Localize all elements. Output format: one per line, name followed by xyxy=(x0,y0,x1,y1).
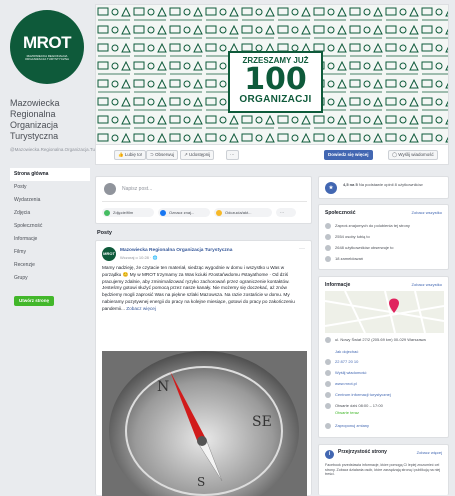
svg-text:N: N xyxy=(157,379,169,395)
compass-image: N SE S xyxy=(102,351,307,496)
nav-item-photos[interactable]: Zdjęcia xyxy=(10,207,90,220)
left-sidebar: MROT MAZOWIECKA REGIONALNA ORGANIZACJA T… xyxy=(0,0,114,495)
info-phone[interactable]: 22 877 20 10 xyxy=(325,359,358,365)
svg-text:S: S xyxy=(197,475,205,489)
messenger-icon xyxy=(325,370,331,376)
post-composer: Napisz post... Zdjęcie/film Oznacz znaj.… xyxy=(95,176,312,224)
cover-line3: ORGANIZACJI xyxy=(239,94,312,105)
tag-icon xyxy=(160,209,166,216)
learn-more-button[interactable]: Dowiedz się więcej xyxy=(324,150,373,160)
globe-icon xyxy=(325,381,331,387)
community-checkins: 18 zameldowań xyxy=(325,256,363,262)
info-address[interactable]: ul. Nowy Świat 27/2 (205.69 km) 00-029 W… xyxy=(325,337,444,343)
transparency-text: Facebook przedstawia informacje, które p… xyxy=(325,463,441,477)
page-nav: Strona główna Posty Wydarzenia Zdjęcia S… xyxy=(10,168,90,285)
suggest-edits[interactable]: Zaproponuj zmiany xyxy=(325,423,369,429)
see-more-link[interactable]: Zobacz więcej xyxy=(126,306,156,311)
invite-icon xyxy=(325,223,331,229)
community-likes: 2554 osoby lubią to xyxy=(325,234,370,240)
nav-item-community[interactable]: Społeczność xyxy=(10,220,90,233)
community-see-all[interactable]: Zobacz wszystko xyxy=(412,210,442,215)
user-avatar xyxy=(104,183,116,195)
community-card: Społeczność Zobacz wszystko Zaproś znajo… xyxy=(318,204,449,270)
transparency-title: Przejrzystość strony xyxy=(338,449,387,455)
transparency-see-more[interactable]: Zobacz więcej xyxy=(412,450,442,455)
share-button[interactable]: ↗ Udostępnij xyxy=(180,150,215,160)
rss-icon xyxy=(325,245,331,251)
directions-link[interactable]: Jak dojechać xyxy=(335,349,358,354)
photo-icon xyxy=(104,209,110,216)
posts-heading: Posty xyxy=(97,230,112,236)
phone-icon xyxy=(325,359,331,365)
map[interactable] xyxy=(325,291,444,333)
like-button[interactable]: 👍 Lubię to! xyxy=(114,150,147,160)
create-page-button[interactable]: Utwórz stronę xyxy=(14,296,54,306)
info-message[interactable]: Wyślij wiadomość xyxy=(325,370,367,376)
post-image-compass[interactable]: N SE S xyxy=(102,351,307,496)
send-message-button[interactable]: ◯ Wyślij wiadomość xyxy=(388,150,438,160)
post-options-icon[interactable]: ··· xyxy=(299,246,305,252)
page-name[interactable]: Mazowiecka Regionalna Organizacja Turyst… xyxy=(10,98,90,142)
page-handle[interactable]: @Mazowiecka.Regionalna.Organizacja.Turys… xyxy=(10,147,114,153)
info-card: Informacje Zobacz wszystko ul. Nowy Świa… xyxy=(318,276,449,438)
cover-line2: 100 xyxy=(244,62,307,97)
category-icon xyxy=(325,392,331,398)
community-invite[interactable]: Zaproś znajomych do polubienia tej stron… xyxy=(325,223,410,229)
transparency-card: i Przejrzystość strony Zobacz więcej Fac… xyxy=(318,444,449,495)
nav-item-events[interactable]: Wydarzenia xyxy=(10,194,90,207)
nav-item-home[interactable]: Strona główna xyxy=(10,168,90,181)
pencil-icon xyxy=(325,423,331,429)
composer-input[interactable]: Napisz post... xyxy=(122,186,152,192)
nav-item-videos[interactable]: Filmy xyxy=(10,246,90,259)
page-logo[interactable]: MROT MAZOWIECKA REGIONALNA ORGANIZACJA T… xyxy=(10,10,84,84)
feeling-button[interactable]: Odczucia/akt... xyxy=(214,208,272,217)
logo-text: MROT xyxy=(22,32,72,52)
nav-item-reviews[interactable]: Recenzje xyxy=(10,259,90,272)
rating-card: ★ 4,5 na 5 Na podstawie opinii 8 użytkow… xyxy=(318,176,449,199)
globe-icon: 🌐 xyxy=(152,255,158,260)
rating-text: 4,5 na 5 Na podstawie opinii 8 użytkowni… xyxy=(343,182,423,187)
info-icon: i xyxy=(325,450,334,459)
checkin-icon xyxy=(325,256,331,262)
cover-badge: ZRZESZAMY JUŻ 100 ORGANIZACJI xyxy=(228,51,323,113)
nav-item-info[interactable]: Informacje xyxy=(10,233,90,246)
info-see-all[interactable]: Zobacz wszystko xyxy=(412,282,442,287)
community-title: Społeczność xyxy=(325,210,356,216)
info-website[interactable]: www.mrot.pl xyxy=(325,381,357,387)
photo-video-button[interactable]: Zdjęcie/film xyxy=(102,208,154,217)
page-action-bar: 👍 Lubię to! ⊃ Obserwuj ↗ Udostępnij ··· … xyxy=(95,145,449,165)
post-author[interactable]: Mazowiecka Regionalna Organizacja Turyst… xyxy=(120,248,232,253)
community-followers: 2648 użytkowników obserwuje to xyxy=(325,245,393,251)
thumb-icon xyxy=(325,234,331,240)
nav-item-posts[interactable]: Posty xyxy=(10,181,90,194)
info-category[interactable]: Centrum informacji turystycznej xyxy=(325,392,391,398)
logo-subtext: MAZOWIECKA REGIONALNA ORGANIZACJA TURYST… xyxy=(24,53,70,61)
composer-more-button[interactable]: ··· xyxy=(276,208,296,217)
follow-button[interactable]: ⊃ Obserwuj xyxy=(146,150,179,160)
post-text: Mamy nadzieję, że czytacie ten materiał,… xyxy=(102,265,295,311)
star-icon: ★ xyxy=(325,182,337,194)
post-card: MROT Mazowiecka Regionalna Organizacja T… xyxy=(95,240,312,496)
info-open-now: Otwarte teraz xyxy=(335,410,360,415)
divider xyxy=(102,201,307,202)
nav-item-groups[interactable]: Grupy xyxy=(10,272,90,285)
svg-text:SE: SE xyxy=(252,414,272,430)
smiley-icon xyxy=(216,209,222,216)
post-author-avatar[interactable]: MROT xyxy=(102,247,116,261)
info-title: Informacje xyxy=(325,282,351,288)
thumb-icon: 👍 xyxy=(118,152,125,157)
cover-photo[interactable]: ZRZESZAMY JUŻ 100 ORGANIZACJI xyxy=(95,4,449,145)
info-hours[interactable]: Otwarte dziś 08:00 – 17:00 xyxy=(325,403,383,409)
more-button[interactable]: ··· xyxy=(226,150,239,160)
post-date[interactable]: Wczoraj o 10:28 · 🌐 xyxy=(120,255,157,260)
tag-friends-button[interactable]: Oznacz znaj... xyxy=(158,208,210,217)
clock-icon xyxy=(325,403,331,409)
map-streets xyxy=(325,291,444,333)
location-icon xyxy=(325,337,331,343)
